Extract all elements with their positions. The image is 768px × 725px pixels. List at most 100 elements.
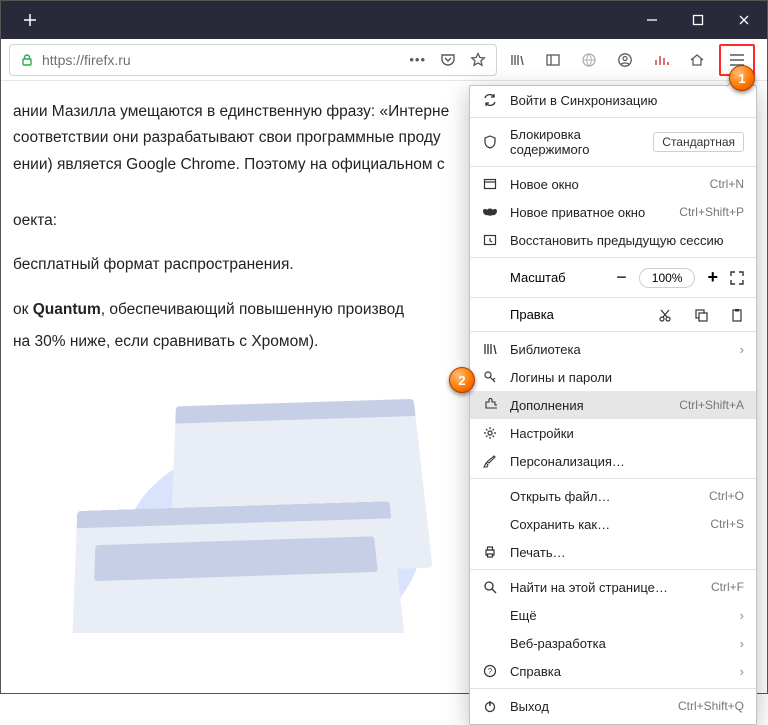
- home-icon: [689, 52, 705, 68]
- pocket-icon[interactable]: [440, 52, 456, 68]
- chevron-right-icon: ›: [740, 608, 744, 623]
- svg-text:?: ?: [488, 667, 493, 676]
- window-maximize-button[interactable]: [675, 1, 721, 39]
- globe-icon: [581, 52, 597, 68]
- body-text: на 30% ниже, если сравнивать с Хромом).: [13, 333, 318, 350]
- zoom-in-button[interactable]: +: [707, 267, 718, 288]
- window-close-button[interactable]: [721, 1, 767, 39]
- library-icon: [483, 342, 497, 356]
- account-icon: [617, 52, 633, 68]
- zoom-label: Масштаб: [482, 270, 606, 285]
- print-icon: [483, 545, 497, 559]
- menu-exit[interactable]: Выход Ctrl+Shift+Q: [470, 692, 756, 720]
- window-minimize-button[interactable]: [629, 1, 675, 39]
- brush-icon: [483, 454, 497, 468]
- menu-label: Веб-разработка: [510, 636, 728, 651]
- menu-label: Найти на этой странице…: [510, 580, 699, 595]
- power-icon: [483, 699, 497, 713]
- restore-icon: [483, 233, 497, 247]
- search-icon: [483, 580, 497, 594]
- menu-zoom: Масштаб − 100% +: [470, 261, 756, 294]
- navigation-toolbar: https://firefx.ru •••: [1, 39, 767, 81]
- stats-button[interactable]: [647, 46, 675, 74]
- menu-label: Восстановить предыдущую сессию: [510, 233, 744, 248]
- chart-icon: [653, 52, 669, 68]
- separator: [470, 297, 756, 298]
- paste-icon[interactable]: [730, 308, 744, 322]
- menu-label: Настройки: [510, 426, 744, 441]
- chevron-right-icon: ›: [740, 664, 744, 679]
- chevron-right-icon: ›: [740, 342, 744, 357]
- edit-label: Правка: [482, 307, 648, 322]
- body-text: оекта:: [13, 212, 57, 229]
- copy-icon[interactable]: [694, 308, 708, 322]
- menu-label: Выход: [510, 699, 666, 714]
- library-icon: [509, 52, 525, 68]
- body-text: бесплатный формат распространения.: [13, 256, 294, 273]
- menu-settings[interactable]: Настройки: [470, 419, 756, 447]
- titlebar: [1, 1, 767, 39]
- menu-private-window[interactable]: Новое приватное окно Ctrl+Shift+P: [470, 198, 756, 226]
- mask-icon: [482, 207, 498, 217]
- menu-label: Сохранить как…: [510, 517, 698, 532]
- separator: [470, 166, 756, 167]
- menu-more[interactable]: Ещё ›: [470, 601, 756, 629]
- home-button[interactable]: [683, 46, 711, 74]
- zoom-out-button[interactable]: −: [616, 267, 627, 288]
- app-menu: Войти в Синхронизацию Блокировка содержи…: [469, 85, 757, 725]
- menu-label: Ещё: [510, 608, 728, 623]
- menu-find[interactable]: Найти на этой странице… Ctrl+F: [470, 573, 756, 601]
- menu-label: Печать…: [510, 545, 744, 560]
- menu-shortcut: Ctrl+N: [710, 177, 744, 191]
- maximize-icon: [692, 14, 704, 26]
- menu-label: Войти в Синхронизацию: [510, 93, 744, 108]
- body-text: ении) является Google Chrome. Поэтому на…: [13, 156, 445, 173]
- help-icon: ?: [483, 664, 497, 678]
- separator: [470, 688, 756, 689]
- menu-edit: Правка: [470, 301, 756, 328]
- url-bar[interactable]: https://firefx.ru •••: [9, 44, 497, 76]
- body-text: ании Мазилла умещаются в единственную фр…: [13, 103, 449, 120]
- body-text: , обеспечивающий повышенную производ: [101, 301, 404, 318]
- menu-label: Дополнения: [510, 398, 667, 413]
- menu-customize[interactable]: Персонализация…: [470, 447, 756, 475]
- sidebar-button[interactable]: [539, 46, 567, 74]
- sync-icon: [483, 93, 497, 107]
- minimize-icon: [646, 14, 658, 26]
- cut-icon[interactable]: [658, 308, 672, 322]
- menu-logins[interactable]: Логины и пароли: [470, 363, 756, 391]
- star-icon[interactable]: [470, 52, 486, 68]
- menu-sync[interactable]: Войти в Синхронизацию: [470, 86, 756, 114]
- separator: [470, 331, 756, 332]
- zoom-value[interactable]: 100%: [639, 268, 696, 288]
- menu-shortcut: Ctrl+O: [709, 489, 744, 503]
- account-button[interactable]: [611, 46, 639, 74]
- blocking-level: Стандартная: [653, 132, 744, 152]
- menu-restore-session[interactable]: Восстановить предыдущую сессию: [470, 226, 756, 254]
- globe-button[interactable]: [575, 46, 603, 74]
- page-actions-icon[interactable]: •••: [409, 52, 426, 67]
- body-text: ок: [13, 301, 33, 318]
- key-icon: [483, 370, 497, 384]
- menu-webdev[interactable]: Веб-разработка ›: [470, 629, 756, 657]
- puzzle-icon: [483, 398, 497, 412]
- new-tab-button[interactable]: [15, 5, 45, 35]
- menu-shortcut: Ctrl+Shift+A: [679, 398, 744, 412]
- library-button[interactable]: [503, 46, 531, 74]
- menu-print[interactable]: Печать…: [470, 538, 756, 566]
- window-icon: [483, 177, 497, 191]
- menu-label: Новое приватное окно: [510, 205, 667, 220]
- menu-new-window[interactable]: Новое окно Ctrl+N: [470, 170, 756, 198]
- menu-open-file[interactable]: Открыть файл… Ctrl+O: [470, 482, 756, 510]
- menu-shortcut: Ctrl+S: [710, 517, 744, 531]
- menu-label: Новое окно: [510, 177, 698, 192]
- separator: [470, 117, 756, 118]
- fullscreen-icon[interactable]: [730, 271, 744, 285]
- menu-help[interactable]: ? Справка ›: [470, 657, 756, 685]
- menu-addons[interactable]: Дополнения Ctrl+Shift+A: [470, 391, 756, 419]
- menu-content-blocking[interactable]: Блокировка содержимого Стандартная: [470, 121, 756, 163]
- menu-save-as[interactable]: Сохранить как… Ctrl+S: [470, 510, 756, 538]
- annotation-badge-1: 1: [729, 65, 755, 91]
- menu-library[interactable]: Библиотека ›: [470, 335, 756, 363]
- menu-label: Блокировка содержимого: [510, 127, 641, 157]
